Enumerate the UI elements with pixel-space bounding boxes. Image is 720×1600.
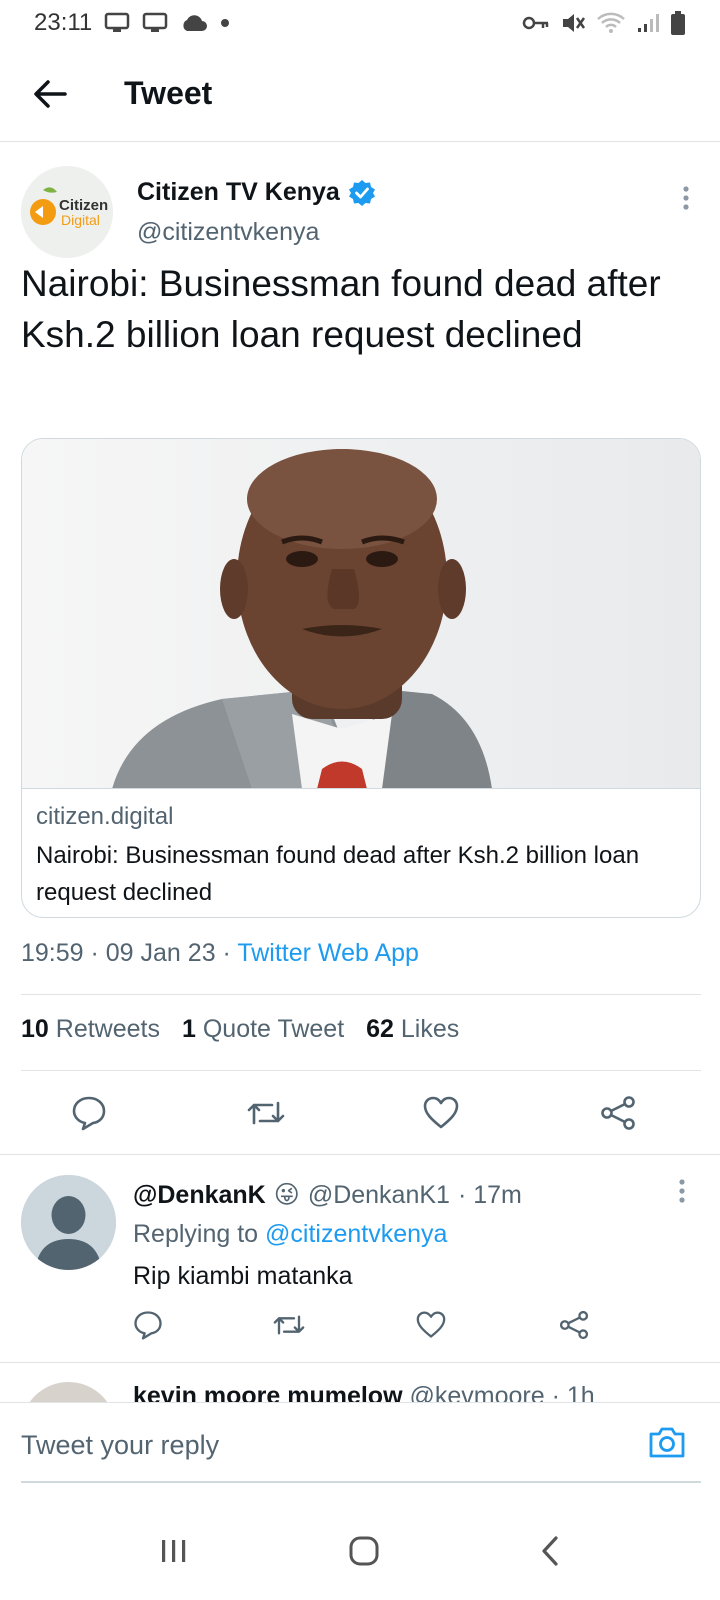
reply-like-button[interactable] [412,1306,450,1344]
tweet-text: Nairobi: Businessman found dead after Ks… [21,263,661,355]
camera-icon [649,1427,685,1458]
logo-text-digital: Digital [61,212,100,228]
reply-reply-button[interactable] [129,1306,167,1344]
recent-apps-icon [162,1539,186,1562]
replying-to-mention[interactable]: @citizentvkenya [265,1220,447,1248]
status-time: 23:11 [34,9,93,36]
system-back-button[interactable] [539,1535,561,1572]
likes-count: 62 [366,1015,394,1043]
retweets-label: Retweets [55,1015,160,1043]
heart-icon [423,1096,459,1129]
vpn-key-icon [522,16,549,30]
app-header: Tweet [0,46,720,142]
reply-button[interactable] [66,1090,112,1136]
system-nav-bar [0,1506,720,1600]
reply-avatar[interactable] [21,1175,116,1270]
next-reply-author-name[interactable]: kevin moore mumelow [133,1382,403,1402]
card-image [22,439,700,789]
reply-author-name[interactable]: @DenkanK [133,1181,266,1210]
home-button[interactable] [348,1535,380,1572]
quotes-count: 1 [181,1015,196,1043]
chevron-left-icon [542,1535,558,1566]
reply-time: · 17m [457,1180,522,1209]
page-title: Tweet [124,75,213,111]
default-avatar-icon [21,1175,116,1270]
home-icon [349,1536,379,1565]
card-domain: citizen.digital [36,803,174,830]
retweet-icon [273,1315,305,1335]
reply-composer [0,1402,720,1506]
next-reply-time: · 1h [551,1382,595,1402]
camera-button[interactable] [648,1425,686,1464]
more-vertical-icon [683,186,689,210]
tweet-stats: 10 Retweets 1 Quote Tweet 62 Likes [21,1015,459,1044]
reply-input[interactable] [21,1423,641,1467]
retweet-button[interactable] [243,1090,289,1136]
source-app-link[interactable]: Twitter Web App [237,939,419,967]
signal-icon [638,14,659,32]
retweet-icon [247,1101,285,1125]
status-left: 23:11 [34,9,230,37]
mute-icon [563,14,586,32]
quotes-stat[interactable]: 1 Quote Tweet [182,1015,344,1044]
retweets-stat[interactable]: 10 Retweets [21,1015,160,1044]
next-reply-header: kevin moore mumelow @kevmoore · 1h [133,1382,595,1402]
tweet-meta: 19:59 · 09 Jan 23 · Twitter Web App [21,939,419,968]
recent-apps-button[interactable] [159,1537,189,1570]
divider [21,1070,701,1071]
author-row: Citizen Digital Citizen TV Kenya @citize… [21,166,701,258]
reply-tweet[interactable]: @DenkanK 😜 @DenkanK1 · 17m Replying to @… [0,1158,720,1358]
author-name-text: Citizen TV Kenya [137,178,340,206]
tweet-timestamp: 19:59 · 09 Jan 23 · [21,939,238,967]
likes-label: Likes [400,1015,460,1043]
status-bar: 23:11 [0,0,720,46]
wifi-icon [597,12,625,33]
divider [21,994,701,995]
replying-to: Replying to @citizentvkenya [133,1220,447,1249]
share-button[interactable] [595,1090,641,1136]
reply-emoji: 😜 [273,1181,300,1209]
like-button[interactable] [418,1090,464,1136]
reply-text: Rip kiambi matanka [133,1262,353,1290]
citizen-digital-logo: Citizen Digital [21,166,113,258]
arrow-left-icon [34,79,67,108]
verified-badge-icon [348,179,375,206]
author-avatar[interactable]: Citizen Digital [21,166,113,258]
author-name[interactable]: Citizen TV Kenya [137,178,376,207]
tweet-action-bar [0,1072,720,1152]
replying-to-prefix: Replying to [133,1220,266,1248]
tweet-more-button[interactable] [671,178,701,218]
heart-icon [416,1311,446,1338]
screen-cast-icon [105,12,130,32]
share-icon [601,1096,635,1130]
divider [0,1362,720,1363]
link-card[interactable]: citizen.digital Nairobi: Businessman fou… [21,438,701,918]
notification-dot-icon [221,19,230,27]
more-vertical-icon [679,1179,685,1203]
divider [0,1154,720,1155]
battery-icon [671,11,685,35]
reply-icon [134,1311,162,1340]
reply-share-button[interactable] [555,1306,593,1344]
reply-more-button[interactable] [678,1178,686,1209]
reply-author-handle[interactable]: @DenkanK1 [308,1181,450,1210]
back-button[interactable] [20,64,80,124]
next-reply-avatar[interactable] [21,1382,116,1402]
portrait-image [22,439,700,788]
reply-retweet-button[interactable] [270,1306,308,1344]
reply-header: @DenkanK 😜 @DenkanK1 · 17m [133,1180,522,1210]
card-title: Nairobi: Businessman found dead after Ks… [36,842,640,906]
next-reply-author-handle[interactable]: @kevmoore [409,1382,544,1402]
status-right [522,10,686,36]
retweets-count: 10 [21,1015,49,1043]
author-handle[interactable]: @citizentvkenya [137,218,319,247]
monitor-icon [143,12,168,32]
quotes-label: Quote Tweet [202,1015,345,1043]
cloud-icon [183,15,208,31]
next-reply-tweet[interactable]: kevin moore mumelow @kevmoore · 1h [0,1378,720,1402]
reply-icon [72,1096,106,1131]
input-underline [21,1481,701,1483]
share-icon [559,1310,589,1340]
likes-stat[interactable]: 62 Likes [366,1015,459,1044]
